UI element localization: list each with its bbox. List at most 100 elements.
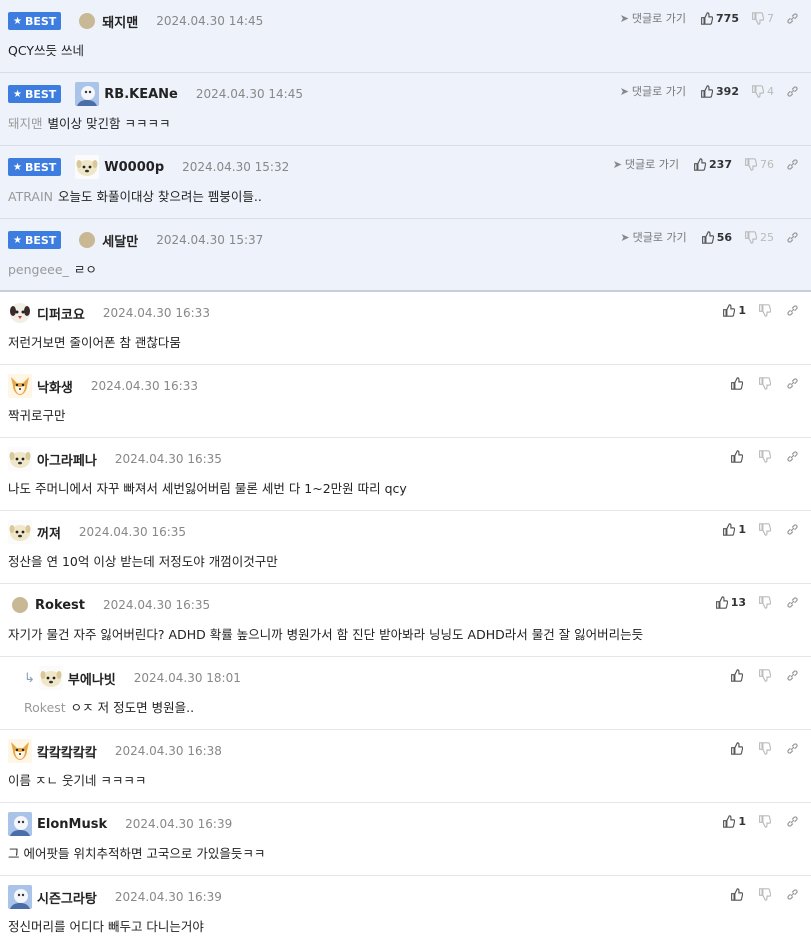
downvote-button[interactable] <box>758 376 774 390</box>
timestamp: 2024.04.30 16:35 <box>114 452 222 466</box>
comment: ElonMusk 2024.04.30 16:39 그 에어팟들 위치추적하면 고국… <box>0 803 811 876</box>
nickname[interactable]: 디퍼코요 <box>37 304 85 323</box>
upvote-button[interactable] <box>730 449 746 463</box>
nickname[interactable]: 낙화생 <box>37 377 73 396</box>
upvote-button[interactable]: 1 <box>722 815 746 828</box>
comment: 낙화생 2024.04.30 16:33 짝귀로구만 <box>0 365 811 438</box>
avatar <box>79 13 96 29</box>
upvote-button[interactable]: 237 <box>693 158 732 171</box>
downvote-button[interactable]: 7 <box>751 12 774 25</box>
downvote-button[interactable] <box>758 303 774 317</box>
nickname[interactable]: 부에나빗 <box>68 669 116 688</box>
upvote-button[interactable]: 392 <box>700 85 739 98</box>
avatar <box>8 739 32 763</box>
link-icon[interactable] <box>786 377 799 390</box>
star-icon: ★ <box>13 88 22 100</box>
downvote-button[interactable] <box>758 668 774 682</box>
timestamp: 2024.04.30 16:35 <box>103 598 211 612</box>
upvote-count: 775 <box>716 11 739 25</box>
mention[interactable]: Rokest <box>24 700 66 715</box>
goto-reply-link[interactable]: ➤ 댓글로 가기 <box>620 83 686 99</box>
link-icon[interactable] <box>786 669 799 682</box>
thumbs-up-icon <box>730 449 743 463</box>
downvote-button[interactable] <box>758 814 774 828</box>
comment-body: 돼지맨 별이상 맞긴함 ㅋㅋㅋㅋ <box>8 113 170 132</box>
upvote-button[interactable] <box>730 668 746 682</box>
link-icon[interactable] <box>786 450 799 463</box>
upvote-button[interactable]: 56 <box>701 231 732 244</box>
upvote-button[interactable] <box>730 741 746 755</box>
downvote-button[interactable] <box>758 595 774 609</box>
goto-reply-link[interactable]: ➤ 댓글로 가기 <box>620 229 686 245</box>
goto-reply-link[interactable]: ➤ 댓글로 가기 <box>620 10 686 26</box>
comment-text: ㄹㅇ <box>73 262 97 277</box>
nickname[interactable]: ElonMusk <box>37 817 107 832</box>
comment-text: 정산을 연 10억 이상 받는데 저정도야 개껌이것구만 <box>8 554 278 569</box>
comment-text: ㅇㅈ 저 정도면 병원을.. <box>70 700 195 715</box>
link-icon[interactable] <box>786 815 799 828</box>
timestamp: 2024.04.30 16:33 <box>102 306 210 320</box>
downvote-button[interactable] <box>758 887 774 901</box>
upvote-button[interactable]: 1 <box>722 523 746 536</box>
comment-header: 캌캌캌캌캌 2024.04.30 16:38 <box>8 739 222 763</box>
nickname[interactable]: 시즌그라탕 <box>37 888 97 907</box>
nickname[interactable]: 아그라페나 <box>37 450 97 469</box>
downvote-button[interactable] <box>758 449 774 463</box>
timestamp: 2024.04.30 15:37 <box>156 233 264 247</box>
nickname[interactable]: 캌캌캌캌캌 <box>37 742 97 761</box>
mention[interactable]: ATRAIN <box>8 189 53 204</box>
nickname[interactable]: 꺼져 <box>37 523 61 542</box>
downvote-button[interactable] <box>758 522 774 536</box>
best-label: BEST <box>24 160 57 174</box>
comment-actions <box>730 448 799 464</box>
timestamp: 2024.04.30 16:39 <box>125 817 233 831</box>
comment-header: ★ BEST 세달만 2024.04.30 15:37 <box>8 229 263 251</box>
comment-body: 정산을 연 10억 이상 받는데 저정도야 개껌이것구만 <box>8 551 278 570</box>
comment: 시즌그라탕 2024.04.30 16:39 정신머리를 어디다 빼두고 다니는거야 <box>0 876 811 947</box>
nickname[interactable]: W0000p <box>104 160 164 175</box>
nickname[interactable]: 돼지맨 <box>102 12 138 31</box>
link-icon[interactable] <box>786 85 799 98</box>
comment-header: 낙화생 2024.04.30 16:33 <box>8 374 198 398</box>
goto-reply-link[interactable]: ➤ 댓글로 가기 <box>613 156 679 172</box>
nickname[interactable]: Rokest <box>35 598 85 613</box>
avatar <box>8 520 32 544</box>
downvote-button[interactable] <box>758 741 774 755</box>
upvote-button[interactable]: 13 <box>715 596 746 609</box>
upvote-button[interactable] <box>730 376 746 390</box>
comment-actions <box>730 375 799 391</box>
upvote-button[interactable] <box>730 887 746 901</box>
thumbs-down-icon <box>758 814 771 828</box>
goto-reply-label: 댓글로 가기 <box>631 85 687 98</box>
best-badge: ★ BEST <box>8 231 62 249</box>
link-icon[interactable] <box>786 742 799 755</box>
upvote-button[interactable]: 775 <box>700 12 739 25</box>
timestamp: 2024.04.30 16:39 <box>114 890 222 904</box>
avatar <box>38 666 63 690</box>
mention[interactable]: pengeee_ <box>8 262 69 277</box>
comment-actions: ➤ 댓글로 가기 237 76 <box>613 156 799 172</box>
avatar <box>79 232 96 248</box>
best-comment: ★ BEST RB.KEANe 2024.04.30 14:45 돼지맨 별이상 맞긴함 … <box>0 73 811 146</box>
link-icon[interactable] <box>786 12 799 25</box>
downvote-button[interactable]: 4 <box>751 85 774 98</box>
comment-body: 그 에어팟들 위치추적하면 고국으로 가있을듯ㅋㅋ <box>8 843 265 862</box>
link-icon[interactable] <box>786 231 799 244</box>
thumbs-down-icon <box>758 668 771 682</box>
link-icon[interactable] <box>786 596 799 609</box>
comment-header: 아그라페나 2024.04.30 16:35 <box>8 447 222 471</box>
thumbs-up-icon <box>730 376 743 390</box>
link-icon[interactable] <box>786 158 799 171</box>
mention[interactable]: 돼지맨 <box>8 116 43 131</box>
send-icon: ➤ <box>612 157 622 171</box>
upvote-button[interactable]: 1 <box>722 304 746 317</box>
link-icon[interactable] <box>786 888 799 901</box>
nickname[interactable]: RB.KEANe <box>104 87 178 102</box>
thumbs-down-icon <box>758 303 771 317</box>
reply-comment: ↳ 부에나빗 2024.04.30 18:01 Rokest ㅇㅈ 저 정도면 병원을.… <box>0 657 811 730</box>
downvote-button[interactable]: 25 <box>744 231 774 244</box>
nickname[interactable]: 세달만 <box>102 231 138 250</box>
link-icon[interactable] <box>786 304 799 317</box>
downvote-button[interactable]: 76 <box>744 158 774 171</box>
link-icon[interactable] <box>786 523 799 536</box>
